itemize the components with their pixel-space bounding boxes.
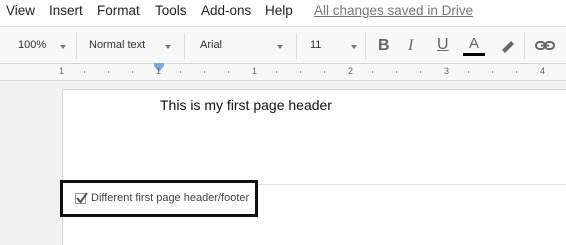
different-first-page-checkbox[interactable] bbox=[75, 192, 88, 204]
menu-insert[interactable]: Insert bbox=[49, 3, 83, 18]
ruler-label: 1 bbox=[156, 66, 162, 76]
ruler-tick bbox=[204, 71, 205, 73]
underline-button[interactable]: U bbox=[430, 33, 454, 59]
underline-icon: U bbox=[437, 36, 449, 53]
ruler-label: 4 bbox=[540, 66, 546, 76]
toolbar-divider bbox=[524, 33, 525, 59]
save-status-link[interactable]: All changes saved in Drive bbox=[314, 3, 473, 18]
text-color-swatch bbox=[463, 53, 485, 56]
ruler-tick bbox=[180, 71, 181, 73]
ruler-tick bbox=[84, 71, 85, 73]
text-color-icon: A bbox=[469, 35, 480, 52]
chevron-down-icon bbox=[351, 45, 357, 49]
ruler-tick bbox=[108, 71, 109, 73]
italic-icon: I bbox=[408, 37, 414, 54]
bold-icon: B bbox=[378, 37, 390, 54]
checkmark-icon bbox=[76, 192, 88, 204]
ruler-tick bbox=[492, 71, 493, 73]
ruler-tick bbox=[228, 71, 229, 73]
ruler-tick bbox=[372, 71, 373, 73]
toolbar-divider bbox=[76, 33, 77, 59]
toolbar-divider bbox=[365, 33, 366, 59]
ruler-tick bbox=[324, 71, 325, 73]
menu-format[interactable]: Format bbox=[97, 3, 140, 18]
text-color-button[interactable]: A bbox=[462, 33, 486, 59]
zoom-select[interactable]: 100% bbox=[18, 36, 68, 56]
chevron-down-icon bbox=[165, 45, 171, 49]
page-header-text[interactable]: This is my first page header bbox=[160, 97, 332, 113]
menu-bar: View Insert Format Tools Add-ons Help Al… bbox=[0, 0, 566, 26]
font-size-value: 11 bbox=[310, 39, 322, 51]
chevron-down-icon bbox=[277, 45, 283, 49]
menu-add-ons[interactable]: Add-ons bbox=[201, 3, 251, 18]
insert-link-button[interactable] bbox=[533, 33, 557, 59]
link-icon bbox=[535, 41, 555, 50]
ruler-tick bbox=[300, 71, 301, 73]
ruler-label: 1 bbox=[59, 66, 65, 76]
ruler-tick bbox=[276, 71, 277, 73]
toolbar: 100% Normal text Arial 11 B I U A bbox=[0, 26, 566, 64]
toolbar-divider bbox=[296, 33, 297, 59]
ruler-tick bbox=[132, 71, 133, 73]
menu-tools[interactable]: Tools bbox=[155, 3, 187, 18]
ruler-tick bbox=[396, 71, 397, 73]
ruler-tick bbox=[468, 71, 469, 73]
toolbar-divider bbox=[184, 33, 185, 59]
chevron-down-icon bbox=[60, 45, 66, 49]
highlight-color-button[interactable] bbox=[495, 33, 519, 59]
bold-button[interactable]: B bbox=[372, 33, 396, 59]
ruler-tick bbox=[516, 71, 517, 73]
ruler-label: 3 bbox=[444, 66, 450, 76]
ruler-label: 2 bbox=[348, 66, 354, 76]
different-first-page-label: Different first page header/footer bbox=[91, 192, 250, 204]
ruler-label: 1 bbox=[252, 66, 258, 76]
menu-view[interactable]: View bbox=[6, 3, 35, 18]
ruler[interactable]: 1 1 1 2 3 4 bbox=[0, 63, 566, 81]
style-value: Normal text bbox=[89, 39, 146, 51]
header-options-highlight: Different first page header/footer bbox=[60, 180, 258, 217]
highlighter-icon bbox=[502, 41, 514, 53]
document-page[interactable]: This is my first page header bbox=[62, 89, 566, 245]
style-select[interactable]: Normal text bbox=[89, 36, 173, 56]
font-size-select[interactable]: 11 bbox=[310, 36, 358, 56]
menu-help[interactable]: Help bbox=[265, 3, 293, 18]
italic-button[interactable]: I bbox=[400, 33, 424, 59]
zoom-value: 100% bbox=[18, 39, 47, 51]
font-value: Arial bbox=[200, 39, 223, 51]
font-select[interactable]: Arial bbox=[200, 36, 286, 56]
ruler-tick bbox=[420, 71, 421, 73]
